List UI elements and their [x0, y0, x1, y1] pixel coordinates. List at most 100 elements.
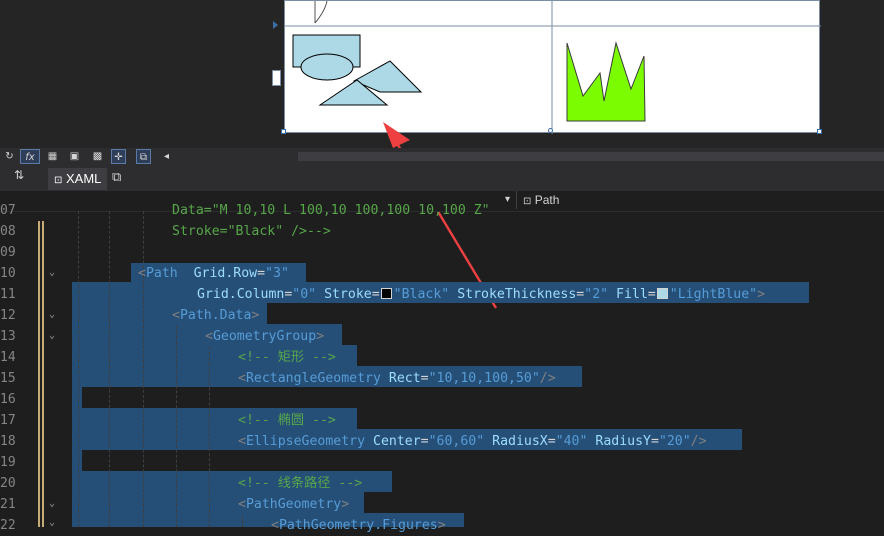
code-token: <: [238, 434, 246, 449]
line-number: 07: [0, 203, 16, 218]
line-number: 21: [0, 497, 16, 512]
fold-chevron-icon[interactable]: ⌄: [49, 268, 58, 278]
swap-panes-icon[interactable]: ⇅: [14, 168, 24, 182]
snap-lines-icon[interactable]: ✛: [111, 149, 126, 164]
code-token: "2": [584, 287, 609, 302]
code-token: PathGeometry.Figures: [278, 518, 438, 533]
xaml-file-icon: ⊡: [54, 175, 63, 186]
partial-shape: [314, 1, 328, 24]
code-token: EllipseGeometry: [245, 434, 366, 449]
code-token: >: [437, 518, 446, 533]
code-token: <: [238, 371, 246, 386]
code-token: GeometryGroup: [212, 329, 317, 344]
row-marker-icon[interactable]: [273, 21, 278, 29]
line-number: 15: [0, 371, 16, 386]
ellipse-geometry: [300, 53, 354, 81]
color-swatch-icon[interactable]: [656, 287, 668, 299]
selection-block: [72, 450, 82, 471]
code-line[interactable]: <PathGeometry.Figures>: [271, 515, 446, 536]
code-token: "20": [658, 434, 691, 449]
line-number: 22: [0, 518, 16, 533]
code-token: RadiusX: [492, 434, 548, 449]
refresh-icon[interactable]: ↻: [2, 149, 17, 164]
row-size-badge[interactable]: [272, 70, 281, 86]
code-token: <: [172, 308, 180, 323]
code-token: "LightBlue": [669, 287, 758, 302]
fold-chevron-icon[interactable]: ⌄: [49, 331, 58, 341]
code-line[interactable]: Data="M 10,10 L 100,10 100,100 10,100 Z": [172, 200, 490, 221]
code-line[interactable]: <!-- 线条路径 -->: [238, 473, 362, 494]
code-token: Rect: [388, 371, 421, 386]
code-token: =: [420, 434, 429, 449]
code-line[interactable]: <GeometryGroup>: [205, 326, 324, 347]
code-token: <: [205, 329, 213, 344]
line-number: 12: [0, 308, 16, 323]
code-line[interactable]: Grid.Column="0" Stroke= "Black" StrokeThi…: [197, 284, 765, 305]
code-token: =: [547, 434, 556, 449]
indent-guide: [242, 516, 243, 527]
code-token: =: [647, 287, 656, 302]
resize-handle[interactable]: [281, 129, 286, 134]
code-token: Stroke: [324, 287, 372, 302]
line-number: 09: [0, 245, 16, 260]
code-token: />: [690, 434, 707, 449]
code-token: <: [138, 266, 146, 281]
fx-button[interactable]: fx: [20, 149, 40, 164]
code-token: <!-- 线条路径 -->: [238, 476, 363, 491]
indent-guide: [143, 211, 144, 527]
code-token: <: [238, 497, 246, 512]
horizontal-scrollbar[interactable]: [298, 152, 884, 161]
line-number: 13: [0, 329, 16, 344]
code-token: Path.Data: [179, 308, 252, 323]
code-line[interactable]: <!-- 椭圆 -->: [238, 410, 336, 431]
tab-xaml[interactable]: ⊡ XAML: [48, 168, 108, 190]
indent-guide: [78, 211, 79, 527]
code-token: >: [757, 287, 766, 302]
code-token: "40": [555, 434, 588, 449]
code-editor[interactable]: ⌄ ⌄ ⌄ ⌄ ⌄ 07 Data="M 10,10 L 100,10 100,1…: [0, 203, 884, 533]
code-token: Path: [145, 266, 178, 281]
device-icon[interactable]: ⧉: [136, 149, 151, 164]
checker-icon[interactable]: ▩: [90, 149, 105, 164]
line-number: 17: [0, 413, 16, 428]
code-token: >: [316, 329, 325, 344]
code-line[interactable]: <RectangleGeometry Rect="10,10,100,50"/>: [238, 368, 556, 389]
code-line[interactable]: <!-- 矩形 -->: [238, 347, 336, 368]
code-token: RadiusY: [595, 434, 651, 449]
code-token: >: [251, 308, 260, 323]
code-token: "Black": [393, 287, 450, 302]
fold-chevron-icon[interactable]: ⌄: [49, 499, 58, 509]
code-line[interactable]: Stroke="Black" />-->: [172, 221, 331, 242]
line-number: 18: [0, 434, 16, 449]
snap-grid-icon[interactable]: ▣: [67, 149, 82, 164]
element-icon: ⊡: [523, 196, 532, 207]
line-number: 19: [0, 455, 16, 470]
indent-guide: [109, 211, 110, 527]
popout-icon[interactable]: ⧉: [112, 170, 121, 185]
element-dropdown-label: Path: [534, 193, 560, 207]
code-line[interactable]: <EllipseGeometry Center="60,60" RadiusX=…: [238, 431, 707, 452]
fold-chevron-icon[interactable]: ⌄: [49, 310, 58, 320]
column-resize-handle[interactable]: [548, 128, 553, 133]
color-swatch-icon[interactable]: [380, 287, 392, 299]
fold-chevron-icon[interactable]: ⌄: [49, 518, 58, 528]
resize-handle[interactable]: [817, 129, 822, 134]
design-canvas[interactable]: [284, 0, 821, 134]
code-line[interactable]: <Path Grid.Row="3": [138, 263, 289, 284]
line-number: 20: [0, 476, 16, 491]
code-token: =: [420, 371, 429, 386]
line-number: 16: [0, 392, 16, 407]
scroll-left-icon[interactable]: ◂: [159, 149, 174, 164]
code-line[interactable]: <Path.Data>: [172, 305, 259, 326]
line-number: 11: [0, 287, 16, 302]
grid-icon[interactable]: ▦: [45, 149, 60, 164]
chevron-down-icon[interactable]: ▾: [505, 194, 510, 205]
code-line[interactable]: <PathGeometry>: [238, 494, 349, 515]
code-token: "0": [292, 287, 317, 302]
element-dropdown[interactable]: ⊡ Path: [516, 191, 565, 209]
